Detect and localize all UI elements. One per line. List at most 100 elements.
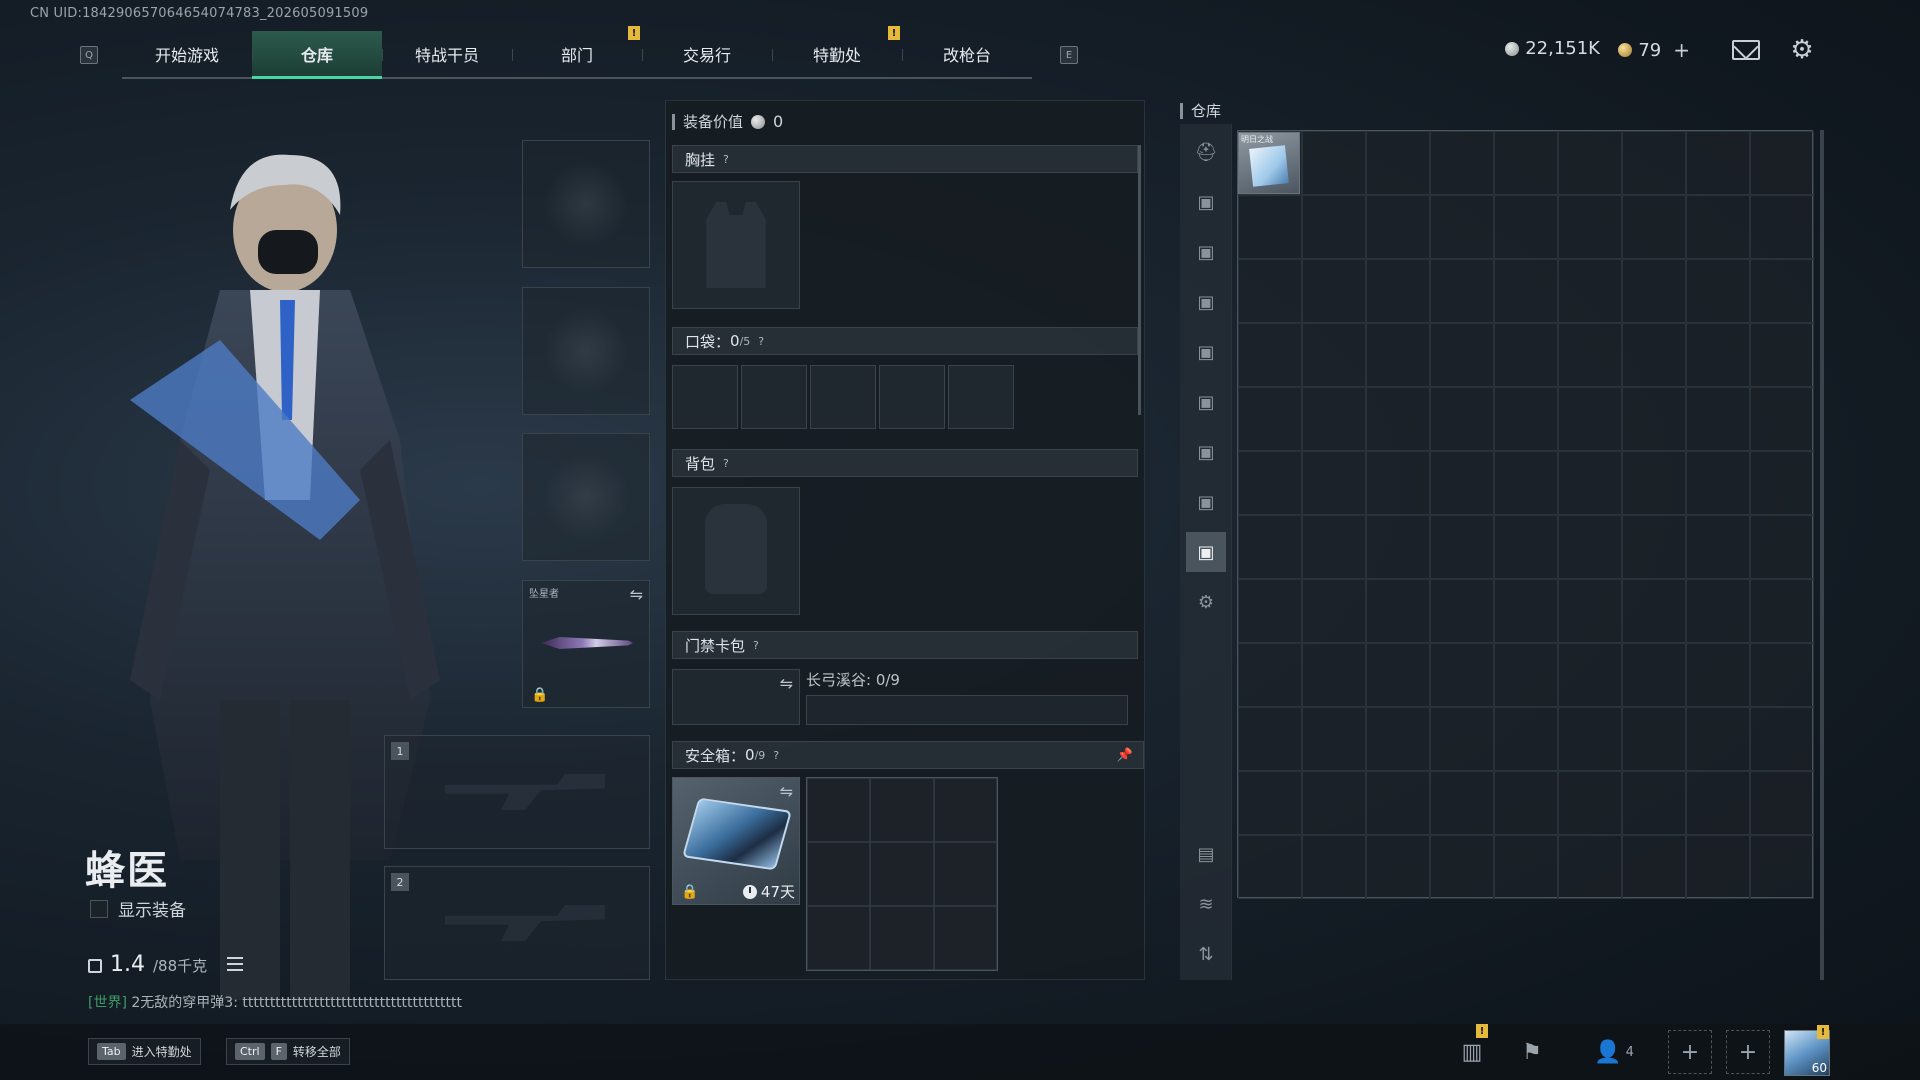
primary-weapon-slot-2[interactable]: 2 (384, 866, 650, 980)
warehouse-cell[interactable] (1238, 323, 1302, 387)
warehouse-cell[interactable] (1238, 643, 1302, 707)
world-chat-line[interactable]: [世界] 2无敌的穿甲弹3: ttttttttttttttttttttttttt… (88, 992, 462, 1012)
warehouse-cell[interactable] (1558, 195, 1622, 259)
warehouse-cell[interactable] (1686, 387, 1750, 451)
category-layers-icon[interactable]: ≋ (1186, 884, 1226, 924)
warehouse-cell[interactable] (1430, 131, 1494, 195)
safebox-cell[interactable] (870, 842, 934, 906)
warehouse-cell[interactable] (1302, 579, 1366, 643)
tab-warehouse[interactable]: 仓库 (252, 31, 382, 79)
category-storage-5-icon[interactable]: ▣ (1186, 382, 1226, 422)
warehouse-cell[interactable] (1302, 515, 1366, 579)
add-teammate-button[interactable]: + (1726, 1030, 1770, 1074)
warehouse-scrollbar[interactable] (1820, 130, 1824, 980)
pocket-slot[interactable] (948, 365, 1014, 429)
category-storage-6-icon[interactable]: ▣ (1186, 432, 1226, 472)
safebox-cell[interactable] (933, 906, 997, 970)
warehouse-cell[interactable] (1494, 323, 1558, 387)
keycard-slots[interactable] (806, 695, 1128, 725)
warehouse-cell[interactable] (1494, 515, 1558, 579)
warehouse-cell[interactable] (1238, 771, 1302, 835)
backpack-slot[interactable] (672, 487, 800, 615)
pistol-slot[interactable] (522, 433, 650, 561)
warehouse-cell[interactable] (1302, 707, 1366, 771)
warehouse-cell[interactable] (1494, 131, 1558, 195)
warehouse-cell[interactable] (1494, 643, 1558, 707)
warehouse-cell[interactable] (1750, 835, 1814, 899)
warehouse-cell[interactable] (1366, 515, 1430, 579)
category-storage-3-icon[interactable]: ▣ (1186, 282, 1226, 322)
warehouse-cell[interactable] (1558, 323, 1622, 387)
safebox-item[interactable]: ⇋ 🔒 47天 (672, 777, 800, 905)
warehouse-cell[interactable] (1302, 451, 1366, 515)
warehouse-cell[interactable] (1686, 835, 1750, 899)
warehouse-cell[interactable] (1558, 131, 1622, 195)
tab-trading[interactable]: 交易行 (642, 31, 772, 77)
category-helmet-icon[interactable]: ⛑ (1186, 132, 1226, 172)
safebox-cell[interactable] (807, 842, 871, 906)
warehouse-cell[interactable] (1366, 451, 1430, 515)
warehouse-cell[interactable] (1750, 643, 1814, 707)
warehouse-cell[interactable] (1494, 259, 1558, 323)
warehouse-cell[interactable] (1750, 451, 1814, 515)
warehouse-cell[interactable] (1750, 515, 1814, 579)
warehouse-cell[interactable] (1622, 259, 1686, 323)
pocket-slot[interactable] (810, 365, 876, 429)
category-storage-1-icon[interactable]: ▣ (1186, 182, 1226, 222)
warehouse-cell[interactable] (1238, 451, 1302, 515)
pocket-slot[interactable] (879, 365, 945, 429)
warehouse-cell[interactable] (1558, 515, 1622, 579)
warehouse-cell[interactable] (1558, 259, 1622, 323)
help-icon[interactable]: ? (753, 639, 759, 652)
melee-slot[interactable]: 坠星者 ⇋ 🔒 (522, 580, 650, 708)
tab-department[interactable]: 部门! (512, 26, 642, 77)
warehouse-cell[interactable] (1622, 387, 1686, 451)
category-storage-active-icon[interactable]: ▣ (1186, 532, 1226, 572)
category-storage-7-icon[interactable]: ▣ (1186, 482, 1226, 522)
safebox-cell[interactable] (807, 778, 871, 842)
help-icon[interactable]: ? (723, 153, 729, 166)
warehouse-cell[interactable] (1558, 579, 1622, 643)
enter-special-services-hint[interactable]: Tab 进入特勤处 (88, 1038, 201, 1065)
warehouse-cell[interactable] (1750, 323, 1814, 387)
armor-slot[interactable] (522, 287, 650, 415)
helmet-slot[interactable] (522, 140, 650, 268)
warehouse-cell[interactable] (1686, 707, 1750, 771)
warehouse-cell[interactable] (1750, 707, 1814, 771)
safebox-cell[interactable] (870, 778, 934, 842)
category-storage-4-icon[interactable]: ▣ (1186, 332, 1226, 372)
warehouse-cell[interactable] (1366, 835, 1430, 899)
safebox-cell[interactable] (870, 906, 934, 970)
gear-scrollbar[interactable] (1138, 145, 1141, 415)
warehouse-cell[interactable] (1622, 515, 1686, 579)
warehouse-cell[interactable] (1494, 451, 1558, 515)
warehouse-cell[interactable] (1750, 771, 1814, 835)
warehouse-cell[interactable] (1494, 707, 1558, 771)
warehouse-cell[interactable] (1366, 131, 1430, 195)
warehouse-cell[interactable] (1622, 835, 1686, 899)
warehouse-cell[interactable] (1622, 707, 1686, 771)
tab-special-services[interactable]: 特勤处! (772, 26, 902, 77)
warehouse-cell[interactable] (1302, 835, 1366, 899)
tab-start-game[interactable]: 开始游戏 (122, 31, 252, 77)
pocket-slot[interactable] (672, 365, 738, 429)
warehouse-cell[interactable] (1302, 131, 1366, 195)
help-icon[interactable]: ? (723, 457, 729, 470)
squad-button[interactable]: 👤 4 (1584, 1030, 1644, 1074)
warehouse-cell[interactable] (1302, 195, 1366, 259)
flag-icon[interactable]: ⚑ (1510, 1030, 1554, 1074)
safebox-cell[interactable] (933, 842, 997, 906)
warehouse-cell[interactable] (1686, 579, 1750, 643)
warehouse-cell[interactable] (1366, 323, 1430, 387)
warehouse-cell[interactable] (1494, 579, 1558, 643)
warehouse-cell[interactable] (1430, 195, 1494, 259)
pocket-slot[interactable] (741, 365, 807, 429)
swap-icon[interactable]: ⇋ (630, 585, 643, 604)
warehouse-cell[interactable] (1430, 515, 1494, 579)
category-settings-icon[interactable]: ⚙ (1186, 582, 1226, 622)
category-card-icon[interactable]: ▤ (1186, 834, 1226, 874)
help-icon[interactable]: ? (773, 749, 779, 762)
warehouse-cell[interactable] (1430, 259, 1494, 323)
warehouse-cell[interactable] (1622, 195, 1686, 259)
warehouse-cell[interactable] (1430, 643, 1494, 707)
